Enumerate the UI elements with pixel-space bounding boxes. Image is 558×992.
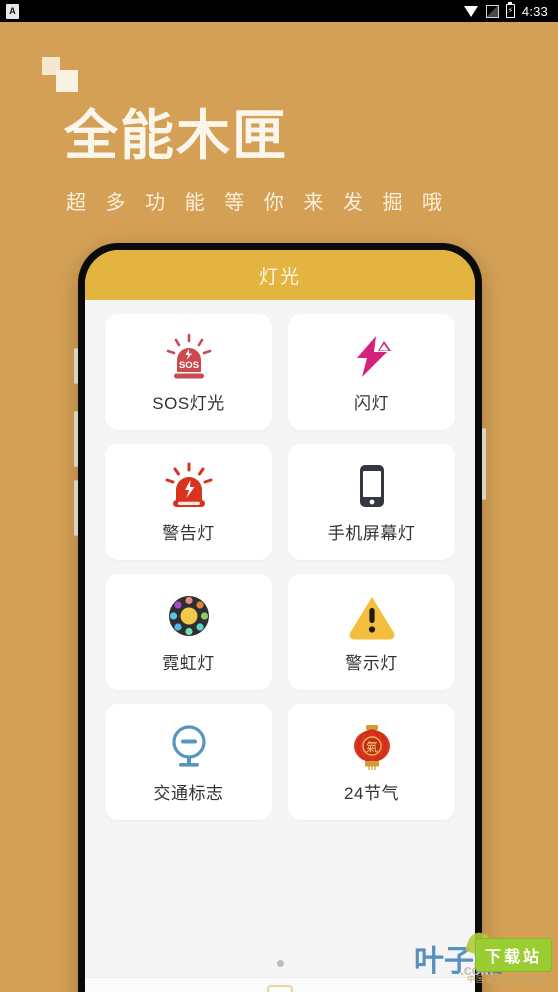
grid-item-flash-light[interactable]: 闪灯 [288, 314, 455, 430]
promo-header: 全能木匣 超 多 功 能 等 你 来 发 掘 哦 [0, 22, 558, 215]
wifi-icon [463, 5, 479, 17]
volume-down-button[interactable] [74, 480, 78, 536]
grid-item-label: 手机屏幕灯 [327, 524, 416, 543]
grid-item-label: 闪灯 [354, 394, 389, 413]
warning-siren-icon [163, 460, 215, 512]
color-palette-icon [163, 590, 215, 642]
phone-screen-icon [346, 460, 398, 512]
app-bar-title: 灯光 [258, 266, 301, 288]
grid-item-screen-light[interactable]: 手机屏幕灯 [288, 444, 455, 560]
decorative-squares [42, 57, 86, 93]
phone-screen: 灯光 SOS SOS灯光 闪灯 警告灯 手机屏幕灯 霓虹灯 警示灯 交通标志 氣… [85, 250, 475, 992]
grid-item-traffic-sign[interactable]: 交通标志 [105, 704, 272, 820]
mute-switch-button[interactable] [74, 348, 78, 384]
grid-item-warning-light[interactable]: 警告灯 [105, 444, 272, 560]
app-bar: 灯光 [85, 250, 475, 300]
page-dot-active[interactable] [276, 960, 284, 967]
flash-bolt-icon [346, 330, 398, 382]
page-subtitle: 超 多 功 能 等 你 来 发 掘 哦 [66, 192, 450, 215]
page-title: 全能木匣 [64, 106, 288, 166]
grid-item-neon-light[interactable]: 霓虹灯 [105, 574, 272, 690]
battery-bolt-glyph: ⚡ [507, 6, 514, 15]
signal-icon [485, 4, 499, 18]
grid-item-label: 交通标志 [153, 784, 224, 803]
page-indicator[interactable] [85, 960, 475, 967]
grid-item-label: 警告灯 [162, 524, 215, 543]
red-lantern-icon: 氣 [346, 720, 398, 772]
status-bar-system-icons: ⚡ 4:33 [463, 3, 548, 19]
phone-mockup: 灯光 SOS SOS灯光 闪灯 警告灯 手机屏幕灯 霓虹灯 警示灯 交通标志 氣… [74, 243, 486, 992]
notification-app-icon: A [6, 3, 19, 19]
grid-item-alert-light[interactable]: 警示灯 [288, 574, 455, 690]
grid-item-label: 霓虹灯 [162, 654, 215, 673]
grid-item-sos-light[interactable]: SOS SOS灯光 [105, 314, 272, 430]
bottom-nav-icon[interactable] [267, 985, 293, 992]
traffic-sign-icon [163, 720, 215, 772]
download-site-badge: 下载站 [474, 938, 552, 972]
grid-item-label: 24节气 [344, 784, 399, 803]
bottom-navigation-bar[interactable] [85, 977, 475, 992]
battery-charging-icon: ⚡ [505, 4, 515, 18]
status-bar-notifications: A [6, 3, 19, 19]
feature-grid: SOS SOS灯光 闪灯 警告灯 手机屏幕灯 霓虹灯 警示灯 交通标志 氣 24… [85, 300, 475, 820]
decorative-square-large [56, 70, 78, 92]
grid-item-label: 警示灯 [345, 654, 398, 673]
svg-text:氣: 氣 [365, 740, 377, 754]
svg-text:SOS: SOS [178, 360, 198, 371]
volume-up-button[interactable] [74, 411, 78, 467]
sos-siren-icon: SOS [163, 330, 215, 382]
clock-time: 4:33 [521, 3, 548, 19]
warning-triangle-icon [346, 590, 398, 642]
power-button[interactable] [482, 428, 486, 500]
grid-item-label: SOS灯光 [152, 394, 225, 413]
grid-item-solar-terms[interactable]: 氣 24节气 [288, 704, 455, 820]
android-status-bar: A ⚡ 4:33 [0, 0, 558, 22]
